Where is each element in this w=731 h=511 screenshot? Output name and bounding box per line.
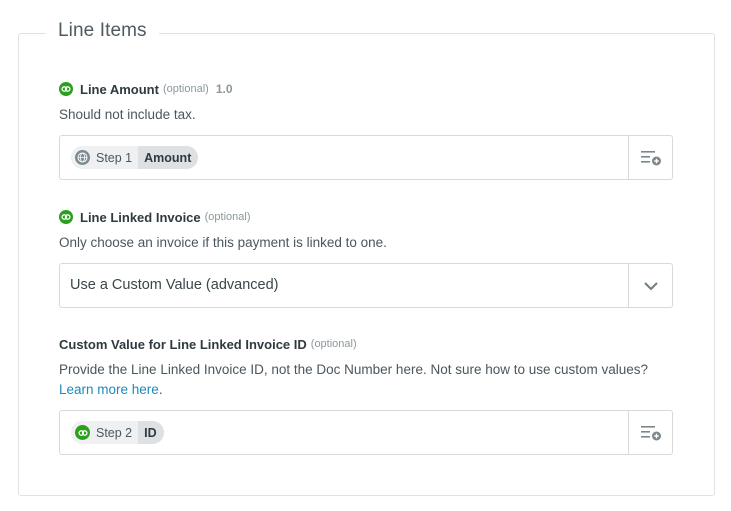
line-linked-invoice-select[interactable]: Use a Custom Value (advanced) (59, 263, 673, 308)
quickbooks-icon (59, 210, 73, 224)
optional-tag: (optional) (310, 338, 357, 350)
quickbooks-icon (75, 425, 90, 440)
select-value: Use a Custom Value (advanced) (70, 277, 279, 293)
pill-step-label: Step 1 (96, 150, 133, 165)
globe-icon (75, 150, 90, 165)
custom-value-help: Provide the Line Linked Invoice ID, not … (59, 360, 673, 400)
section-title: Line Items (46, 20, 159, 42)
custom-value-input[interactable]: Step 2 ID (59, 410, 673, 455)
insert-data-button[interactable] (628, 411, 672, 454)
quickbooks-icon (59, 82, 73, 96)
custom-value-help-text: Provide the Line Linked Invoice ID, not … (59, 362, 649, 377)
step-pill[interactable]: Step 1 Amount (71, 146, 199, 169)
line-amount-help: Should not include tax. (59, 107, 196, 122)
chevron-down-icon (643, 281, 658, 290)
line-amount-label: Line Amount (80, 81, 159, 97)
line-linked-invoice-label: Line Linked Invoice (80, 209, 201, 225)
line-amount-label-row: Line Amount (optional) 1.0 (59, 80, 673, 98)
insert-data-icon (640, 150, 661, 165)
line-linked-invoice-field: Line Linked Invoice (optional) Only choo… (59, 208, 673, 308)
optional-tag: (optional) (204, 211, 251, 223)
pill-value: ID (138, 421, 164, 444)
insert-data-button[interactable] (628, 136, 672, 179)
pill-step: Step 1 (71, 146, 139, 169)
custom-value-label: Custom Value for Line Linked Invoice ID (59, 336, 307, 352)
line-linked-invoice-label-row: Line Linked Invoice (optional) (59, 208, 673, 226)
step-pill[interactable]: Step 2 ID (71, 421, 164, 444)
line-amount-input[interactable]: Step 1 Amount (59, 135, 673, 180)
version-tag: 1.0 (215, 82, 233, 96)
pill-step: Step 2 (71, 421, 139, 444)
line-amount-field: Line Amount (optional) 1.0 Should not in… (59, 80, 673, 180)
pill-step-label: Step 2 (96, 425, 133, 440)
line-linked-invoice-help: Only choose an invoice if this payment i… (59, 235, 387, 250)
insert-data-icon (640, 425, 661, 440)
dropdown-toggle[interactable] (628, 264, 672, 307)
pill-value: Amount (138, 146, 199, 169)
help-link-suffix: . (158, 382, 163, 397)
optional-tag: (optional) (162, 83, 209, 95)
custom-value-field: Custom Value for Line Linked Invoice ID … (59, 335, 673, 455)
learn-more-link[interactable]: Learn more here (59, 382, 159, 397)
custom-value-label-row: Custom Value for Line Linked Invoice ID … (59, 335, 673, 353)
